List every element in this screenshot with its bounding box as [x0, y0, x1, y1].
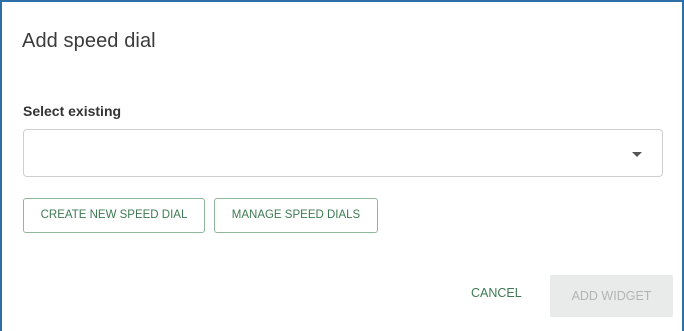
chevron-down-icon — [632, 152, 642, 157]
dialog-title: Add speed dial — [22, 30, 156, 52]
select-existing-label: Select existing — [23, 103, 122, 119]
add-widget-button[interactable]: ADD WIDGET — [550, 275, 673, 317]
add-speed-dial-dialog: Add speed dial Select existing CREATE NE… — [0, 0, 684, 331]
manage-speed-dials-button[interactable]: MANAGE SPEED DIALS — [214, 198, 378, 233]
select-existing-dropdown[interactable] — [23, 129, 663, 177]
create-new-speed-dial-button[interactable]: CREATE NEW SPEED DIAL — [23, 198, 205, 233]
cancel-button[interactable]: CANCEL — [471, 286, 522, 300]
